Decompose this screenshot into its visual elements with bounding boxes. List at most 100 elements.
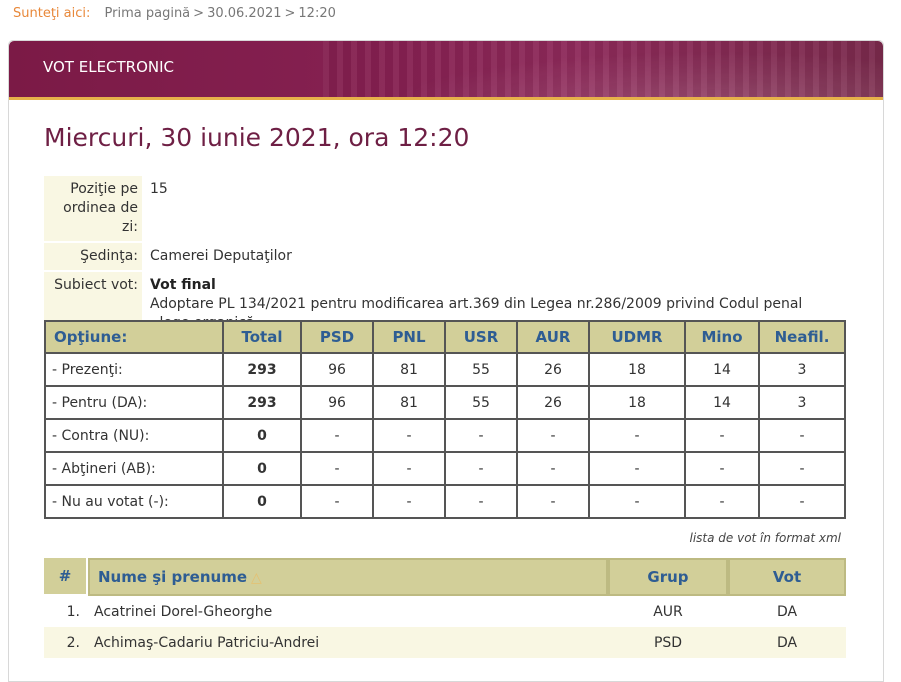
stats-cell: 81 [372, 385, 446, 420]
position-value: 15 [150, 181, 168, 197]
breadcrumb: Sunteţi aici: Prima pagină >30.06.2021 >12… [13, 6, 336, 21]
vote-stats-table: Opţiune: Total PSD PNL USR AUR UDMR Mino… [44, 320, 846, 519]
stats-cell: - Contra (NU): [44, 418, 224, 453]
stats-header-usr: USR [444, 320, 518, 354]
stats-cell: - [300, 484, 374, 519]
banner-title: VOT ELECTRONIC [43, 58, 175, 76]
stats-header-total: Total [222, 320, 302, 354]
stats-header-psd: PSD [300, 320, 374, 354]
stats-cell: 3 [758, 352, 846, 387]
vote-names-table: # Nume şi prenume △ Grup Vot 1. Acatrinei… [44, 558, 846, 658]
stats-cell: 26 [516, 352, 590, 387]
deputy-vote: DA [728, 627, 846, 658]
position-label: Poziţie pe ordinea de zi: [44, 176, 142, 241]
subject-line-1: Adoptare PL 134/2021 pentru modificarea … [150, 296, 803, 312]
names-header-vote[interactable]: Vot [728, 558, 846, 596]
breadcrumb-date-link[interactable]: 30.06.2021 [207, 6, 281, 21]
stats-row-pentru: - Pentru (DA): 293 96 81 55 26 18 14 3 [44, 385, 846, 420]
stats-cell: - [444, 418, 518, 453]
stats-cell: - [372, 451, 446, 486]
deputy-group: PSD [608, 627, 728, 658]
stats-cell: - [300, 418, 374, 453]
page-title: Miercuri, 30 iunie 2021, ora 12:20 [44, 123, 470, 152]
breadcrumb-separator: > [193, 6, 205, 21]
stats-cell: - [588, 418, 686, 453]
row-number: 1. [44, 596, 88, 627]
names-header-row: # Nume şi prenume △ Grup Vot [44, 558, 846, 596]
stats-cell: - Prezenţi: [44, 352, 224, 387]
stats-cell: 0 [222, 418, 302, 453]
stats-header-option: Opţiune: [44, 320, 224, 354]
stats-cell: - [588, 484, 686, 519]
breadcrumb-current: 12:20 [298, 6, 336, 21]
stats-cell: 0 [222, 484, 302, 519]
names-header-name-label: Nume şi prenume [98, 568, 248, 586]
deputy-name[interactable]: Achimaş-Cadariu Patriciu-Andrei [88, 627, 608, 658]
stats-cell: - Nu au votat (-): [44, 484, 224, 519]
stats-cell: - [516, 418, 590, 453]
stats-cell: 18 [588, 385, 686, 420]
stats-cell: - [588, 451, 686, 486]
stats-row-contra: - Contra (NU): 0 - - - - - - - [44, 418, 846, 453]
stats-row-prezenti: - Prezenţi: 293 96 81 55 26 18 14 3 [44, 352, 846, 387]
stats-cell: - [516, 484, 590, 519]
xml-vote-list-link[interactable]: lista de vot în format xml [689, 531, 841, 545]
stats-cell: 96 [300, 352, 374, 387]
stats-cell: 293 [222, 385, 302, 420]
stats-cell: - [300, 451, 374, 486]
stats-cell: 293 [222, 352, 302, 387]
info-row-position: Poziţie pe ordinea de zi: 15 [44, 176, 844, 241]
stats-cell: 14 [684, 352, 760, 387]
stats-cell: - [372, 484, 446, 519]
stats-header-udmr: UDMR [588, 320, 686, 354]
stats-cell: 3 [758, 385, 846, 420]
stats-header-aur: AUR [516, 320, 590, 354]
stats-cell: 96 [300, 385, 374, 420]
names-header-name[interactable]: Nume şi prenume △ [88, 558, 608, 596]
stats-cell: - Abţineri (AB): [44, 451, 224, 486]
stats-row-abtineri: - Abţineri (AB): 0 - - - - - - - [44, 451, 846, 486]
table-row: 1. Acatrinei Dorel-Gheorghe AUR DA [44, 596, 846, 627]
stats-cell: - [372, 418, 446, 453]
stats-cell: - [684, 418, 760, 453]
parliament-banner-image [323, 41, 883, 97]
subject-title: Vot final [150, 277, 216, 293]
info-row-session: Şedinţa: Camerei Deputaţilor [44, 243, 844, 270]
breadcrumb-home-link[interactable]: Prima pagină [105, 6, 191, 21]
stats-row-nu-au-votat: - Nu au votat (-): 0 - - - - - - - [44, 484, 846, 519]
stats-cell: 81 [372, 352, 446, 387]
stats-cell: - [516, 451, 590, 486]
session-value: Camerei Deputaţilor [150, 248, 292, 264]
stats-cell: - [684, 484, 760, 519]
stats-cell: - [758, 418, 846, 453]
triangle-up-icon: △ [251, 570, 262, 586]
table-row: 2. Achimaş-Cadariu Patriciu-Andrei PSD D… [44, 627, 846, 658]
stats-cell: - [444, 484, 518, 519]
banner: VOT ELECTRONIC [9, 41, 883, 100]
stats-cell: - [444, 451, 518, 486]
breadcrumb-here-label: Sunteţi aici: [13, 6, 91, 21]
names-header-num[interactable]: # [44, 558, 88, 596]
stats-header-neafil: Neafil. [758, 320, 846, 354]
stats-header-mino: Mino [684, 320, 760, 354]
stats-cell: 0 [222, 451, 302, 486]
deputy-vote: DA [728, 596, 846, 627]
stats-header-pnl: PNL [372, 320, 446, 354]
names-header-group[interactable]: Grup [608, 558, 728, 596]
session-label: Şedinţa: [44, 243, 142, 270]
stats-cell: 26 [516, 385, 590, 420]
stats-cell: - [758, 484, 846, 519]
vote-info: Poziţie pe ordinea de zi: 15 Şedinţa: Ca… [44, 176, 844, 337]
stats-cell: 14 [684, 385, 760, 420]
stats-cell: - [758, 451, 846, 486]
stats-cell: 55 [444, 352, 518, 387]
breadcrumb-separator: > [284, 6, 296, 21]
stats-cell: 18 [588, 352, 686, 387]
deputy-name[interactable]: Acatrinei Dorel-Gheorghe [88, 596, 608, 627]
stats-cell: - Pentru (DA): [44, 385, 224, 420]
stats-cell: 55 [444, 385, 518, 420]
stats-cell: - [684, 451, 760, 486]
stats-header-row: Opţiune: Total PSD PNL USR AUR UDMR Mino… [44, 320, 846, 354]
row-number: 2. [44, 627, 88, 658]
deputy-group: AUR [608, 596, 728, 627]
